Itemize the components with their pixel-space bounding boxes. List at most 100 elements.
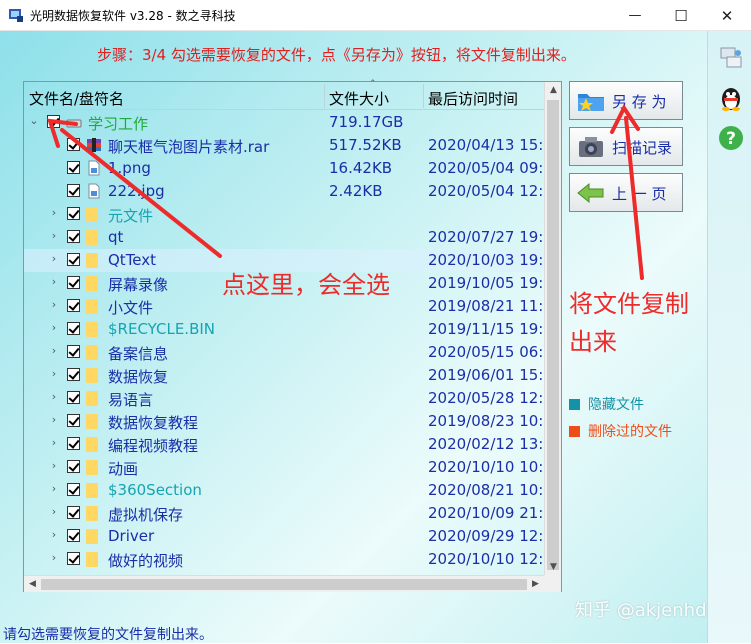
scroll-right-icon[interactable]: ▶	[527, 579, 544, 589]
save-as-button[interactable]: 另 存 为	[569, 81, 683, 120]
table-row[interactable]: › 数据恢复教程 2019/08/23 10:2	[24, 410, 544, 433]
file-date: 2019/11/15 19:4	[428, 320, 544, 338]
side-toolbar: ?	[707, 31, 751, 643]
row-checkbox[interactable]	[67, 368, 80, 381]
row-checkbox[interactable]	[67, 391, 80, 404]
chevron-right-icon[interactable]: ›	[48, 321, 60, 334]
table-row[interactable]: 222.jpg 2.42KB 2020/05/04 12:0	[24, 180, 544, 203]
chevron-right-icon[interactable]: ›	[48, 206, 60, 219]
horizontal-scroll-thumb[interactable]	[41, 579, 527, 590]
legend-deleted-files: 删除过的文件	[569, 421, 672, 441]
scroll-left-icon[interactable]: ◀	[24, 579, 41, 589]
main-content: 步骤：3/4 勾选需要恢复的文件，点《另存为》按钮，将文件复制出来。 文件名/盘…	[0, 31, 751, 643]
network-computer-icon[interactable]	[718, 45, 744, 71]
column-header-date[interactable]: 最后访问时间	[428, 88, 518, 109]
vertical-scroll-thumb[interactable]	[547, 100, 559, 570]
chevron-right-icon[interactable]: ›	[48, 344, 60, 357]
chevron-right-icon[interactable]: ›	[48, 252, 60, 265]
list-header: 文件名/盘符名 ⌃ 文件大小 最后访问时间	[24, 79, 544, 110]
chevron-right-icon[interactable]: ›	[48, 413, 60, 426]
row-checkbox[interactable]	[67, 299, 80, 312]
row-checkbox[interactable]	[67, 184, 80, 197]
scan-record-button[interactable]: 扫描记录	[569, 127, 683, 166]
chevron-right-icon[interactable]: ›	[48, 459, 60, 472]
maximize-button[interactable]: ☐	[658, 0, 704, 31]
file-date: 2019/10/05 19:1	[428, 274, 544, 292]
row-checkbox[interactable]	[67, 230, 80, 243]
row-checkbox[interactable]	[67, 345, 80, 358]
column-header-name[interactable]: 文件名/盘符名	[29, 88, 124, 109]
annotation-select-all: 点这里，会全选	[222, 271, 390, 299]
column-separator[interactable]	[423, 84, 424, 108]
file-name: Driver	[108, 527, 155, 545]
folder-icon	[86, 529, 98, 544]
row-checkbox[interactable]	[67, 253, 80, 266]
table-row[interactable]: › 编程视频教程 2020/02/12 13:4	[24, 433, 544, 456]
table-row[interactable]: › 做好的视频 2020/10/10 12:0	[24, 548, 544, 571]
table-row[interactable]: › 备案信息 2020/05/15 06:4	[24, 341, 544, 364]
table-row[interactable]: › qt 2020/07/27 19:3	[24, 226, 544, 249]
column-separator[interactable]	[324, 84, 325, 108]
row-checkbox[interactable]	[67, 483, 80, 496]
file-date: 2020/05/15 06:4	[428, 343, 544, 361]
chevron-right-icon[interactable]: ›	[48, 367, 60, 380]
folder-icon	[86, 276, 98, 291]
table-row[interactable]: ⌄ 学习工作 719.17GB	[24, 111, 544, 134]
prev-page-button[interactable]: 上 一 页	[569, 173, 683, 212]
row-checkbox[interactable]	[67, 552, 80, 565]
table-row[interactable]: › 虚拟机保存 2020/10/09 21:1	[24, 502, 544, 525]
chevron-right-icon[interactable]: ›	[48, 551, 60, 564]
scroll-down-icon[interactable]: ▼	[545, 562, 562, 572]
file-name: 屏幕录像	[108, 276, 169, 294]
qq-penguin-icon[interactable]	[718, 85, 744, 111]
row-checkbox[interactable]	[67, 437, 80, 450]
row-checkbox[interactable]	[67, 207, 80, 220]
table-row[interactable]: › 数据恢复 2019/06/01 15:4	[24, 364, 544, 387]
table-row[interactable]: › $360Section 2020/08/21 10:5	[24, 479, 544, 502]
status-bar: 请勾选需要恢复的文件复制出来。	[0, 622, 751, 643]
scroll-up-icon[interactable]: ▲	[545, 85, 562, 95]
file-date: 2019/08/21 11:2	[428, 297, 544, 315]
file-name: 易语言	[108, 391, 154, 409]
arrow-left-icon	[577, 182, 604, 204]
chevron-right-icon[interactable]: ›	[48, 436, 60, 449]
table-row[interactable]: › 易语言 2020/05/28 12:0	[24, 387, 544, 410]
row-checkbox[interactable]	[67, 460, 80, 473]
row-checkbox[interactable]	[67, 414, 80, 427]
horizontal-scrollbar[interactable]: ◀ ▶	[24, 575, 544, 592]
chevron-right-icon[interactable]: ›	[48, 482, 60, 495]
folder-icon	[86, 299, 98, 314]
minimize-button[interactable]: —	[612, 0, 658, 31]
table-row[interactable]: › 动画 2020/10/10 10:4	[24, 456, 544, 479]
row-checkbox[interactable]	[67, 161, 80, 174]
chevron-down-icon[interactable]: ⌄	[28, 114, 40, 127]
camera-icon	[579, 137, 603, 157]
image-icon	[86, 160, 100, 176]
row-checkbox[interactable]	[47, 115, 60, 128]
chevron-right-icon[interactable]: ›	[48, 229, 60, 242]
table-row[interactable]: 聊天框气泡图片素材.rar 517.52KB 2020/04/13 15:2	[24, 134, 544, 157]
row-checkbox[interactable]	[67, 322, 80, 335]
help-icon[interactable]: ?	[718, 125, 744, 151]
chevron-right-icon[interactable]: ›	[48, 275, 60, 288]
table-row[interactable]: 1.png 16.42KB 2020/05/04 09:2	[24, 157, 544, 180]
row-checkbox[interactable]	[67, 276, 80, 289]
table-row[interactable]: › $RECYCLE.BIN 2019/11/15 19:4	[24, 318, 544, 341]
chevron-right-icon[interactable]: ›	[48, 528, 60, 541]
row-checkbox[interactable]	[67, 529, 80, 542]
file-size: 517.52KB	[329, 136, 402, 154]
row-checkbox[interactable]	[67, 138, 80, 151]
chevron-right-icon[interactable]: ›	[48, 390, 60, 403]
table-row[interactable]: › Driver 2020/09/29 12:5	[24, 525, 544, 548]
row-checkbox[interactable]	[67, 506, 80, 519]
column-header-size[interactable]: 文件大小	[329, 88, 389, 109]
title-bar: 光明数据恢复软件 v3.28 - 数之寻科技 — ☐ ✕	[0, 0, 751, 31]
file-size: 16.42KB	[329, 159, 393, 177]
file-name: 小文件	[108, 299, 154, 317]
vertical-scrollbar[interactable]: ▲ ▼	[544, 82, 561, 575]
table-row[interactable]: › 元文件	[24, 203, 544, 226]
file-name: 学习工作	[88, 115, 149, 133]
close-button[interactable]: ✕	[704, 0, 750, 31]
chevron-right-icon[interactable]: ›	[48, 298, 60, 311]
chevron-right-icon[interactable]: ›	[48, 505, 60, 518]
